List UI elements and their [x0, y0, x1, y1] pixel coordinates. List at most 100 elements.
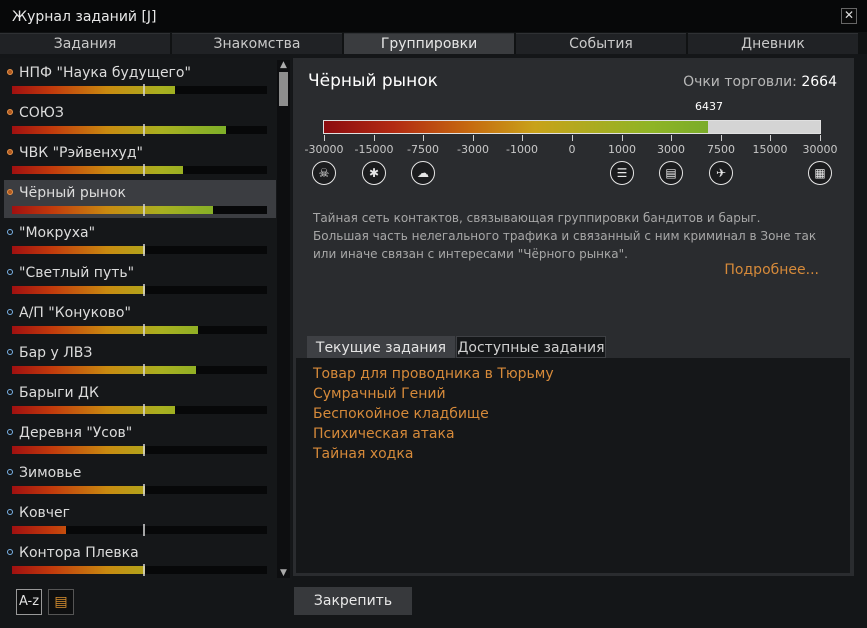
faction-reputation-zero-mark	[143, 444, 145, 456]
tab-available-quests[interactable]: Доступные задания	[456, 336, 606, 358]
faction-reputation-zero-mark	[143, 164, 145, 176]
faction-description: Тайная сеть контактов, связывающая групп…	[313, 211, 817, 261]
faction-name: А/П "Конуково"	[19, 305, 131, 321]
faction-item[interactable]: НПФ "Наука будущего"	[4, 60, 276, 98]
bug-icon[interactable]: ✱	[362, 161, 386, 185]
sort-az-button[interactable]: A-z	[16, 589, 42, 615]
faction-reputation-zero-mark	[143, 564, 145, 576]
trade-points-value: 2664	[801, 74, 837, 90]
title-bar: Журнал заданий [J] ✕	[0, 0, 867, 32]
quest-item[interactable]: Сумрачный Гений	[313, 386, 446, 402]
faction-item[interactable]: Ковчег	[4, 500, 276, 538]
more-info-link[interactable]: Подробнее...	[724, 262, 819, 278]
faction-name: СОЮЗ	[19, 105, 64, 121]
tab-events[interactable]: События	[516, 33, 686, 54]
document-icon[interactable]: ▤	[48, 589, 74, 615]
scale-tick-label: 0	[568, 143, 576, 156]
faction-list-scrollbar[interactable]: ▲ ▼	[277, 60, 290, 578]
faction-reputation-bar	[12, 324, 267, 336]
list-icon[interactable]: ☰	[610, 161, 634, 185]
scale-tick	[374, 135, 375, 141]
quest-item[interactable]: Психическая атака	[313, 426, 455, 442]
hostile-marker-icon	[7, 69, 13, 75]
scale-tick	[770, 135, 771, 141]
neutral-marker-icon	[7, 389, 13, 395]
faction-reputation-zero-mark	[143, 84, 145, 96]
pin-button[interactable]: Закрепить	[294, 587, 412, 615]
faction-name: ЧВК "Рэйвенхуд"	[19, 145, 143, 161]
scale-tick	[522, 135, 523, 141]
trade-points-label: Очки торговли:	[683, 74, 797, 90]
clipboard-handshake-icon[interactable]: ▤	[659, 161, 683, 185]
ghost-icon[interactable]: ☁	[411, 161, 435, 185]
neutral-marker-icon	[7, 349, 13, 355]
quest-item[interactable]: Тайная ходка	[313, 446, 413, 462]
faction-reputation-bar	[12, 84, 267, 96]
scale-tick-label: -15000	[354, 143, 394, 156]
faction-reputation-bar	[12, 364, 267, 376]
quest-item[interactable]: Товар для проводника в Тюрьму	[313, 366, 554, 382]
faction-reputation-bar	[12, 244, 267, 256]
tab-tasks[interactable]: Задания	[0, 33, 170, 54]
faction-name: НПФ "Наука будущего"	[19, 65, 191, 81]
faction-item[interactable]: А/П "Конуково"	[4, 300, 276, 338]
faction-item[interactable]: "Светлый путь"	[4, 260, 276, 298]
faction-item[interactable]: Зимовье	[4, 460, 276, 498]
faction-name: Чёрный рынок	[19, 185, 126, 201]
tab-diary[interactable]: Дневник	[688, 33, 858, 54]
scale-tick	[721, 135, 722, 141]
document-icon[interactable]: ▦	[808, 161, 832, 185]
faction-reputation-bar	[12, 204, 267, 216]
faction-reputation-zero-mark	[143, 484, 145, 496]
faction-item[interactable]: ЧВК "Рэйвенхуд"	[4, 140, 276, 178]
faction-reputation-zero-mark	[143, 404, 145, 416]
scroll-up-icon[interactable]: ▲	[277, 60, 290, 70]
faction-reputation-fill	[12, 526, 66, 534]
faction-name: Барыги ДК	[19, 385, 99, 401]
faction-reputation-zero-mark	[143, 204, 145, 216]
trade-points: Очки торговли: 2664	[683, 74, 837, 90]
scale-tick-label: 1000	[608, 143, 636, 156]
faction-item[interactable]: СОЮЗ	[4, 100, 276, 138]
faction-item[interactable]: "Мокруха"	[4, 220, 276, 258]
faction-name: Деревня "Усов"	[19, 425, 133, 441]
faction-item[interactable]: Барыги ДК	[4, 380, 276, 418]
faction-name: "Светлый путь"	[19, 265, 135, 281]
quest-item[interactable]: Беспокойное кладбище	[313, 406, 489, 422]
scroll-down-icon[interactable]: ▼	[277, 568, 290, 578]
scale-tick	[622, 135, 623, 141]
faction-reputation-fill	[12, 366, 196, 374]
scale-tick-label: -7500	[407, 143, 439, 156]
faction-reputation-zero-mark	[143, 364, 145, 376]
running-handshake-icon[interactable]: ✈	[709, 161, 733, 185]
neutral-marker-icon	[7, 269, 13, 275]
scale-tick-label: -30000	[304, 143, 344, 156]
faction-item[interactable]: Контора Плевка	[4, 540, 276, 578]
reputation-value: 6437	[695, 100, 723, 113]
faction-reputation-fill	[12, 166, 183, 174]
tab-acquaintances[interactable]: Знакомства	[172, 33, 342, 54]
faction-name: Контора Плевка	[19, 545, 139, 561]
tab-factions[interactable]: Группировки	[344, 33, 514, 54]
scale-tick-label: 7500	[707, 143, 735, 156]
faction-item[interactable]: Бар у ЛВЗ	[4, 340, 276, 378]
scale-tick-label: -3000	[457, 143, 489, 156]
hostile-marker-icon	[7, 109, 13, 115]
reputation-bar-fill	[324, 121, 708, 133]
close-icon[interactable]: ✕	[841, 8, 857, 24]
bottom-bar: A-z ▤ Закрепить	[0, 582, 867, 628]
faction-reputation-bar	[12, 524, 267, 536]
scroll-thumb[interactable]	[279, 72, 288, 106]
skull-icon[interactable]: ☠	[312, 161, 336, 185]
faction-reputation-bar	[12, 404, 267, 416]
tab-bar: Задания Знакомства Группировки События Д…	[0, 32, 867, 54]
tab-current-quests[interactable]: Текущие задания	[307, 336, 455, 358]
faction-reputation-fill	[12, 86, 175, 94]
scale-tick	[572, 135, 573, 141]
faction-name: Бар у ЛВЗ	[19, 345, 93, 361]
faction-item[interactable]: Чёрный рынок	[4, 180, 276, 218]
faction-reputation-fill	[12, 486, 145, 494]
faction-name: Ковчег	[19, 505, 70, 521]
faction-item[interactable]: Деревня "Усов"	[4, 420, 276, 458]
faction-reputation-bar	[12, 284, 267, 296]
